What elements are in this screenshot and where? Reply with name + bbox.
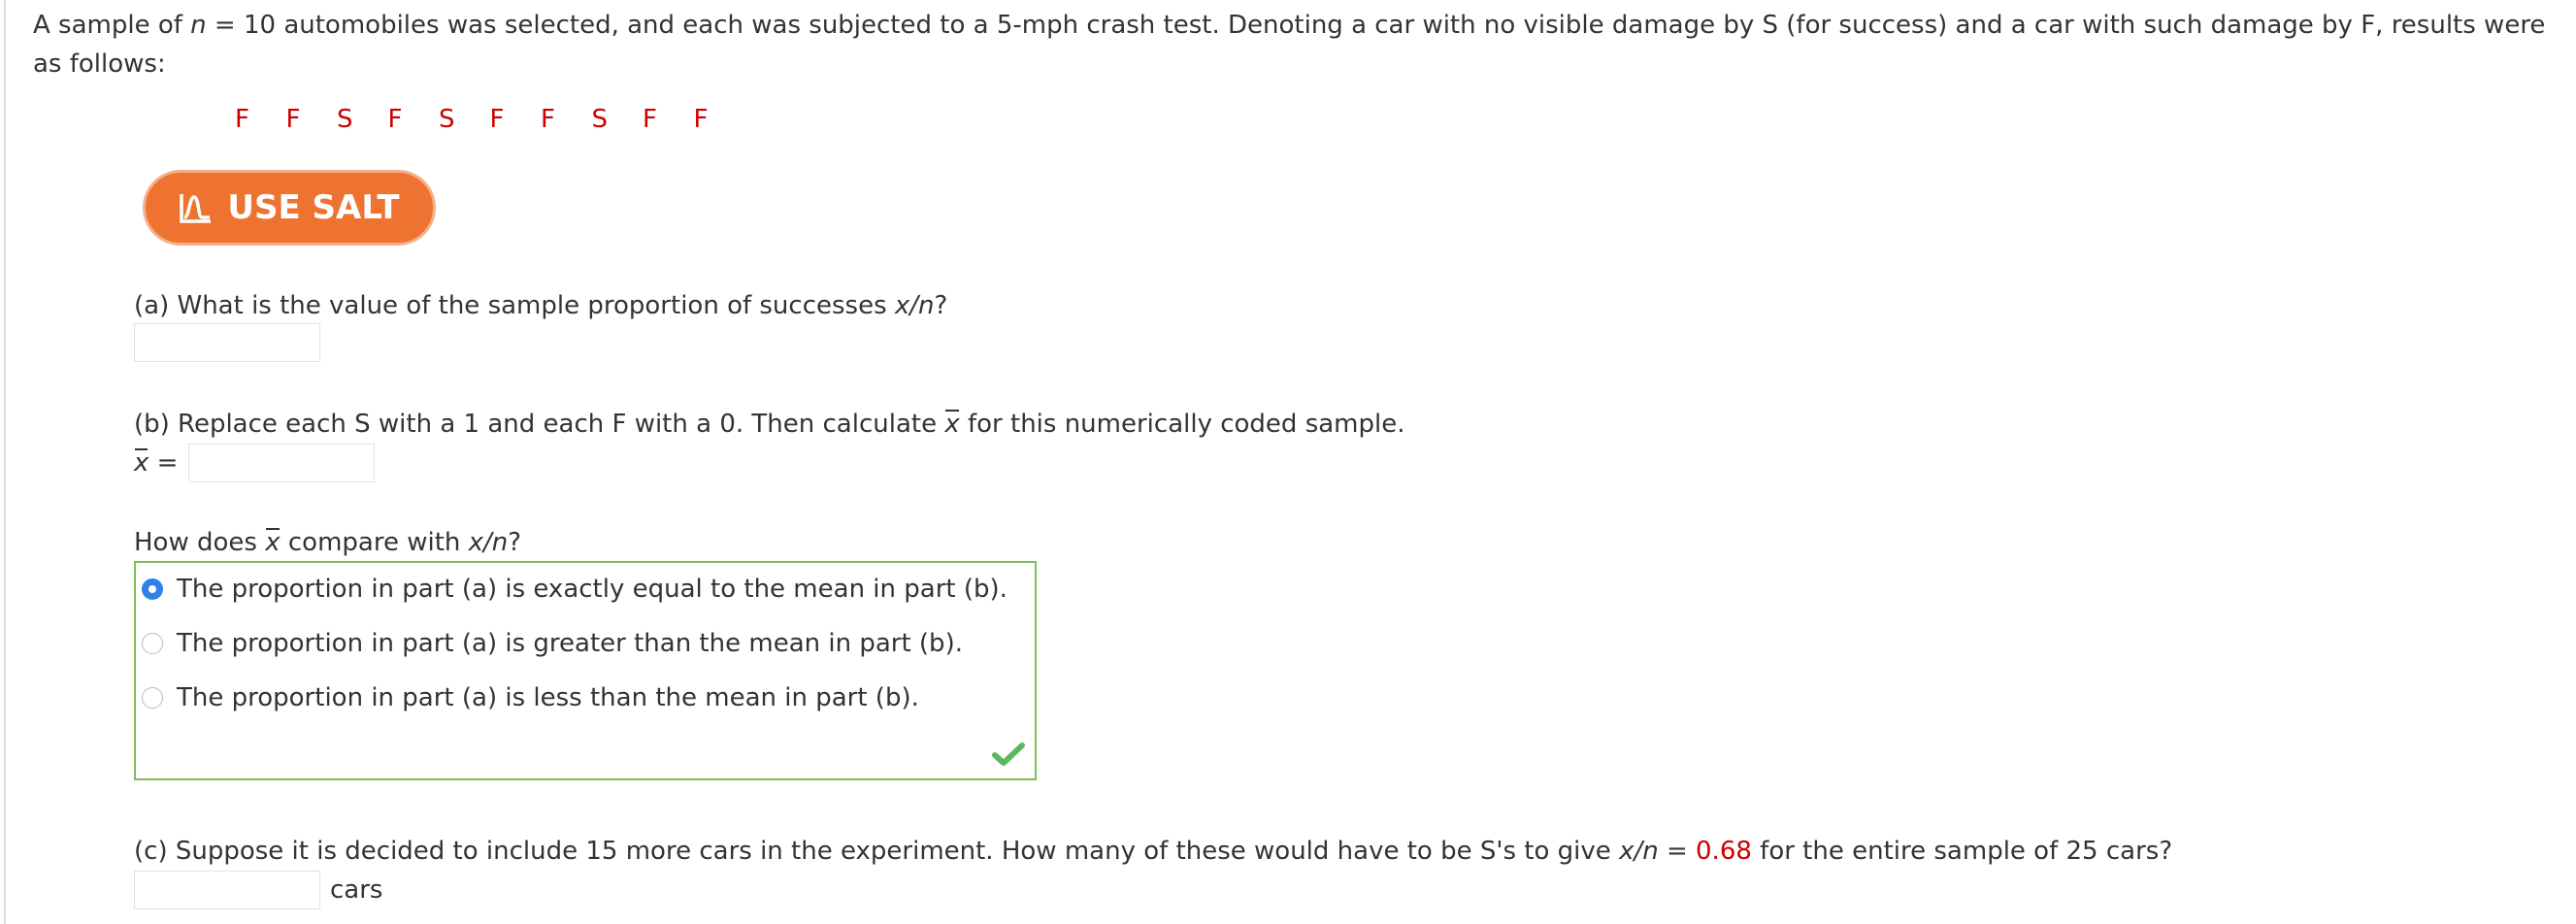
xbar-label: x = [134,446,178,479]
intro-n-variable: n [190,11,207,40]
radio-unselected[interactable] [142,633,163,654]
outcome-10: F [693,105,709,134]
left-margin-rule [4,0,6,924]
part-a-question: (a) What is the value of the sample prop… [134,289,947,322]
intro-text-2: = 10 automobiles was selected, and each … [33,11,2546,79]
outcome-4: F [387,105,403,134]
radio-selected[interactable] [142,578,163,600]
outcome-2: F [285,105,301,134]
checkmark-icon [992,742,1025,766]
part-b-question: (b) Replace each S with a 1 and each F w… [134,408,1405,441]
part-c-text: (c) Suppose it is decided to include 15 … [134,837,1620,866]
use-salt-label: USE SALT [227,188,400,227]
part-c-unit: cars [330,875,383,905]
part-a-ratio: x/n [894,291,935,320]
compare-ratio: x/n [468,528,509,557]
part-b-xbar: x [944,410,960,439]
compare-question: How does x compare with x/n? [134,526,521,559]
compare-xbar: x [265,528,281,557]
compare-suffix: ? [508,528,522,557]
part-c-ratio: x/n [1619,837,1659,866]
option-equal[interactable]: The proportion in part (a) is exactly eq… [142,575,1007,604]
radio-unselected[interactable] [142,687,163,709]
part-c-answer-input[interactable] [134,871,320,909]
part-c-target-value: 0.68 [1696,837,1752,866]
use-salt-button[interactable]: USE SALT [143,170,436,246]
option-less[interactable]: The proportion in part (a) is less than … [142,683,919,712]
part-a-answer-input[interactable] [134,323,320,362]
intro-text-1: A sample of [33,11,191,40]
option-less-label: The proportion in part (a) is less than … [177,683,919,712]
outcome-6: F [489,105,505,134]
compare-text-2: compare with [280,528,469,557]
part-a-text: (a) What is the value of the sample prop… [134,291,895,320]
option-greater-label: The proportion in part (a) is greater th… [177,629,963,658]
part-a-suffix: ? [934,291,948,320]
outcome-3: S [337,105,353,134]
salt-chart-icon [180,194,212,223]
option-greater[interactable]: The proportion in part (a) is greater th… [142,629,963,658]
outcome-5: S [439,105,455,134]
outcome-sequence: F F S F S F F S F F [235,105,744,134]
outcome-8: S [591,105,609,134]
part-c-equals: = [1658,837,1697,866]
xbar-equals: = [149,448,179,478]
outcome-7: F [541,105,555,134]
part-b-answer-input[interactable] [188,444,375,482]
option-equal-label: The proportion in part (a) is exactly eq… [177,575,1007,604]
problem-intro: A sample of n = 10 automobiles was selec… [33,6,2566,83]
part-b-text: (b) Replace each S with a 1 and each F w… [134,410,945,439]
outcome-9: F [643,105,657,134]
xbar-symbol: x [134,448,149,478]
part-b-suffix: for this numerically coded sample. [959,410,1405,439]
part-c-question: (c) Suppose it is decided to include 15 … [134,835,2172,868]
compare-text-1: How does [134,528,266,557]
part-c-suffix: for the entire sample of 25 cars? [1751,837,2173,866]
compare-choices: The proportion in part (a) is exactly eq… [134,561,1037,780]
outcome-1: F [235,105,249,134]
